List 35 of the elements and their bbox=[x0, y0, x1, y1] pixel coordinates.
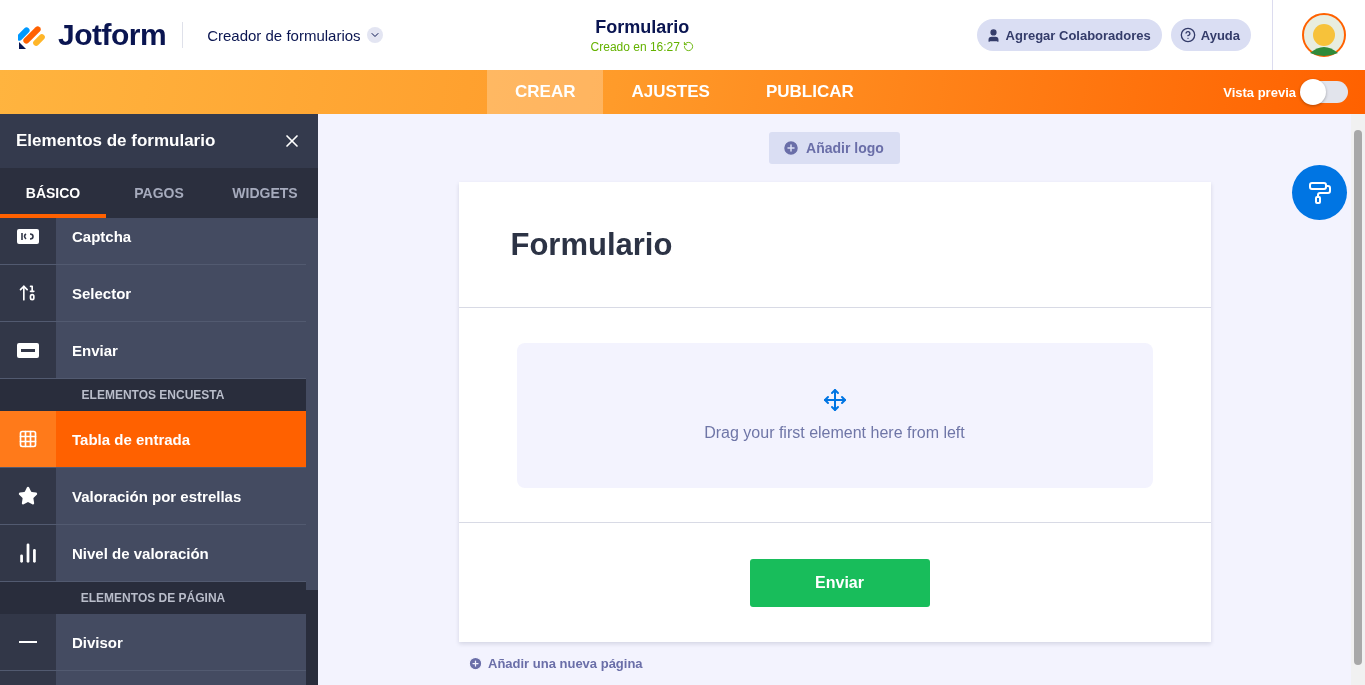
star-icon bbox=[18, 486, 38, 506]
section-header: ELEMENTOS ENCUESTA bbox=[0, 379, 306, 411]
plus-icon bbox=[468, 656, 483, 671]
plus-icon bbox=[782, 139, 801, 157]
logo-text: Jotform bbox=[58, 18, 167, 52]
add-logo-button[interactable]: Añadir logo bbox=[769, 132, 900, 164]
captcha-icon bbox=[17, 228, 39, 244]
send-icon bbox=[17, 342, 39, 358]
scrollbar-thumb[interactable] bbox=[1354, 130, 1362, 665]
help-button[interactable]: Ayuda bbox=[1170, 19, 1251, 51]
undo-icon bbox=[682, 41, 694, 52]
section-header: ELEMENTOS DE PÁGINA bbox=[0, 582, 306, 614]
saved-status: Creado en 16:27 bbox=[590, 39, 694, 54]
drop-hint: Drag your first element here from left bbox=[704, 424, 965, 442]
paint-roller-icon bbox=[1307, 180, 1332, 205]
preview-toggle[interactable] bbox=[1302, 81, 1348, 103]
table-icon bbox=[18, 429, 38, 449]
product-menu[interactable]: Creador de formularios bbox=[207, 26, 383, 44]
user-icon bbox=[985, 27, 1001, 43]
number-arrow-icon bbox=[18, 283, 38, 303]
add-page-link[interactable]: Añadir una nueva página bbox=[468, 656, 643, 671]
bar-chart-icon bbox=[17, 542, 39, 564]
move-icon bbox=[822, 388, 847, 412]
form-heading: Formulario bbox=[510, 226, 673, 263]
panel-tab[interactable]: WIDGETS bbox=[212, 168, 318, 218]
avatar-icon[interactable] bbox=[1301, 13, 1346, 57]
panel-title: Elementos de formulario bbox=[16, 131, 216, 151]
help-icon bbox=[1179, 27, 1196, 43]
line-icon bbox=[19, 641, 37, 643]
collaborators-button[interactable]: Agregar Colaboradores bbox=[976, 19, 1162, 51]
preview-label: Vista previa bbox=[1223, 84, 1296, 100]
panel-tab[interactable]: PAGOS bbox=[106, 168, 212, 218]
scrollbar-thumb[interactable] bbox=[306, 218, 318, 590]
theme-button[interactable] bbox=[1292, 165, 1347, 220]
form-title: Formulario bbox=[595, 16, 690, 38]
